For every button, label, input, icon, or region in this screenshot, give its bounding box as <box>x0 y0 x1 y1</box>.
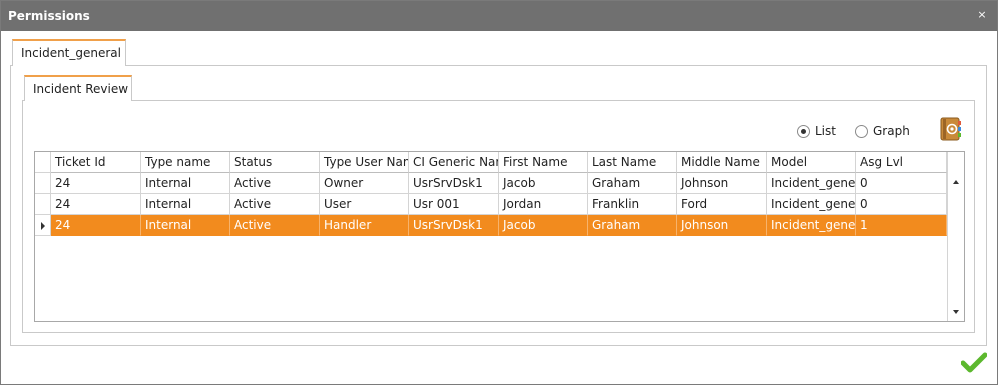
cell-ticket-id[interactable]: 24 <box>51 173 141 194</box>
cell-asg-lvl[interactable]: 1 <box>856 215 947 236</box>
cell-ci-generic-name[interactable]: UsrSrvDsk1 <box>409 215 499 236</box>
title-bar: Permissions × <box>1 1 997 31</box>
column-header-type-user-name[interactable]: Type User Nam <box>320 152 409 173</box>
radio-graph-option[interactable]: Graph <box>855 124 910 138</box>
column-header-last-name[interactable]: Last Name <box>588 152 677 173</box>
column-header-model[interactable]: Model <box>767 152 856 173</box>
radio-graph[interactable] <box>855 124 868 138</box>
cell-ticket-id[interactable]: 24 <box>51 215 141 236</box>
tab-incident-general-label: Incident_general <box>21 46 121 60</box>
cell-first-name[interactable]: Jacob <box>499 215 588 236</box>
table-row[interactable]: 24 Internal Active User Usr 001 Jordan F… <box>35 194 947 215</box>
column-header-first-name[interactable]: First Name <box>499 152 588 173</box>
row-indicator-cell[interactable] <box>35 194 51 215</box>
close-icon[interactable]: × <box>976 9 988 21</box>
window-title: Permissions <box>8 9 90 23</box>
current-row-arrow-icon <box>41 222 45 230</box>
address-book-icon[interactable] <box>940 117 961 141</box>
tab-incident-review[interactable]: Incident Review <box>24 75 132 101</box>
tab-incident-general[interactable]: Incident_general <box>12 39 126 66</box>
radio-list-option[interactable]: List <box>797 124 836 138</box>
cell-middle-name[interactable]: Johnson <box>677 215 767 236</box>
row-indicator-cell[interactable] <box>35 215 51 236</box>
column-header-ticket-id[interactable]: Ticket Id <box>51 152 141 173</box>
cell-type-user-name[interactable]: User <box>320 194 409 215</box>
vertical-scrollbar[interactable] <box>947 152 964 321</box>
cell-type-user-name[interactable]: Handler <box>320 215 409 236</box>
cell-model[interactable]: Incident_gener <box>767 215 856 236</box>
cell-model[interactable]: Incident_gener <box>767 173 856 194</box>
cell-type-name[interactable]: Internal <box>141 194 230 215</box>
radio-list[interactable] <box>797 124 810 138</box>
cell-type-name[interactable]: Internal <box>141 173 230 194</box>
radio-list-label: List <box>815 124 836 138</box>
cell-status[interactable]: Active <box>230 215 320 236</box>
table-row[interactable]: 24 Internal Active Owner UsrSrvDsk1 Jaco… <box>35 173 947 194</box>
cell-last-name[interactable]: Graham <box>588 173 677 194</box>
scroll-up-icon[interactable] <box>953 180 959 184</box>
cell-ci-generic-name[interactable]: UsrSrvDsk1 <box>409 173 499 194</box>
scroll-down-icon[interactable] <box>953 310 959 314</box>
table-row-selected[interactable]: 24 Internal Active Handler UsrSrvDsk1 Ja… <box>35 215 947 236</box>
cell-last-name[interactable]: Franklin <box>588 194 677 215</box>
cell-type-user-name[interactable]: Owner <box>320 173 409 194</box>
cell-first-name[interactable]: Jacob <box>499 173 588 194</box>
cell-middle-name[interactable]: Ford <box>677 194 767 215</box>
cell-last-name[interactable]: Graham <box>588 215 677 236</box>
cell-ticket-id[interactable]: 24 <box>51 194 141 215</box>
header-indicator-cell <box>35 152 51 173</box>
checkmark-icon[interactable] <box>960 352 988 374</box>
cell-middle-name[interactable]: Johnson <box>677 173 767 194</box>
cell-first-name[interactable]: Jordan <box>499 194 588 215</box>
cell-asg-lvl[interactable]: 0 <box>856 194 947 215</box>
cell-ci-generic-name[interactable]: Usr 001 <box>409 194 499 215</box>
column-header-middle-name[interactable]: Middle Name <box>677 152 767 173</box>
column-header-status[interactable]: Status <box>230 152 320 173</box>
cell-status[interactable]: Active <box>230 194 320 215</box>
column-header-type-name[interactable]: Type name <box>141 152 230 173</box>
cell-model[interactable]: Incident_gener <box>767 194 856 215</box>
radio-graph-label: Graph <box>873 124 910 138</box>
cell-status[interactable]: Active <box>230 173 320 194</box>
tab-incident-review-label: Incident Review <box>33 82 129 96</box>
column-header-ci-generic-name[interactable]: CI Generic Nar <box>409 152 499 173</box>
column-header-asg-lvl[interactable]: Asg Lvl <box>856 152 947 173</box>
cell-type-name[interactable]: Internal <box>141 215 230 236</box>
cell-asg-lvl[interactable]: 0 <box>856 173 947 194</box>
permissions-grid: Ticket Id Type name Status Type User Nam… <box>34 151 965 322</box>
grid-header-row: Ticket Id Type name Status Type User Nam… <box>35 152 947 173</box>
row-indicator-cell[interactable] <box>35 173 51 194</box>
